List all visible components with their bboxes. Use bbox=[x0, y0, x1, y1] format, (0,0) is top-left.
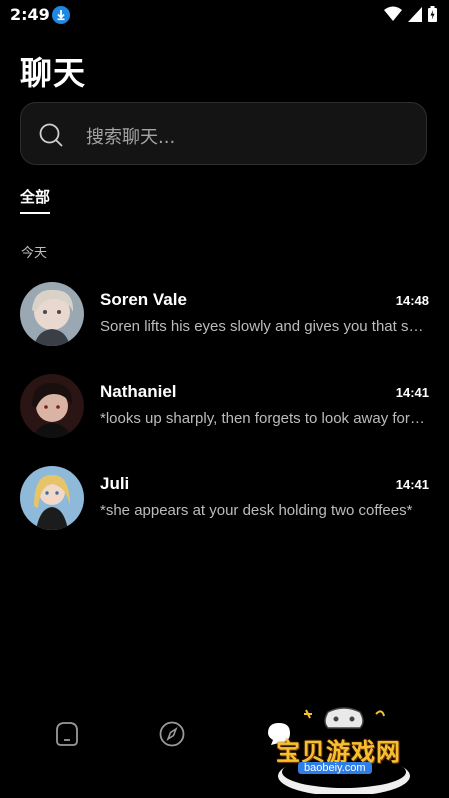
compass-icon[interactable] bbox=[158, 720, 186, 748]
avatar bbox=[20, 374, 84, 438]
download-icon bbox=[52, 6, 70, 24]
watermark-logo: 宝贝游戏网 baobeiy.com bbox=[264, 706, 424, 794]
search-icon bbox=[39, 123, 63, 147]
chat-name: Juli bbox=[100, 474, 130, 493]
search-input[interactable]: 搜索聊天... bbox=[20, 102, 427, 165]
watermark-url: baobeiy.com bbox=[298, 762, 372, 774]
page-title: 聊天 bbox=[20, 54, 87, 92]
tab-all[interactable]: 全部 bbox=[20, 186, 51, 214]
chat-time: 14:41 bbox=[395, 385, 429, 400]
chat-preview: *she appears at your desk holding two co… bbox=[100, 502, 413, 519]
battery-icon bbox=[428, 6, 437, 22]
avatar bbox=[20, 466, 84, 530]
chat-time: 14:41 bbox=[395, 477, 429, 492]
search-placeholder: 搜索聊天... bbox=[86, 127, 176, 148]
system-icons bbox=[384, 6, 437, 22]
status-time: 2:49 bbox=[10, 5, 50, 24]
status-bar: 2:49 bbox=[0, 0, 449, 30]
wifi-icon bbox=[384, 6, 402, 21]
chat-name: Nathaniel bbox=[100, 382, 177, 401]
section-label-today: 今天 bbox=[21, 246, 48, 261]
chat-time: 14:48 bbox=[395, 293, 429, 308]
avatar bbox=[20, 282, 84, 346]
home-icon[interactable] bbox=[53, 720, 81, 748]
chat-preview: Soren lifts his eyes slowly and gives yo… bbox=[100, 318, 429, 335]
chat-name: Soren Vale bbox=[100, 290, 187, 309]
chat-list-item[interactable]: Soren Vale 14:48 Soren lifts his eyes sl… bbox=[20, 282, 429, 348]
chat-list-item[interactable]: Juli 14:41 *she appears at your desk hol… bbox=[20, 466, 429, 532]
chat-list-item[interactable]: Nathaniel 14:41 *looks up sharply, then … bbox=[20, 374, 429, 440]
chat-preview: *looks up sharply, then forgets to look … bbox=[100, 410, 429, 427]
signal-icon bbox=[408, 6, 422, 22]
